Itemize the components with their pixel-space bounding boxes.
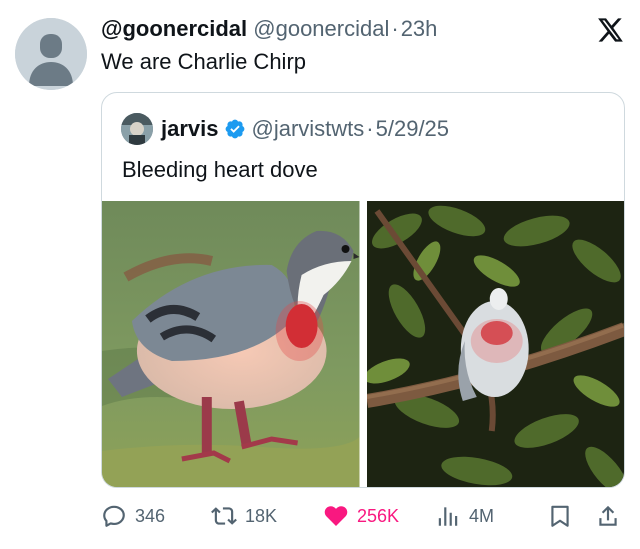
views-chart-icon (438, 507, 458, 526)
author-handle[interactable]: @goonercidal (253, 16, 389, 41)
like-button[interactable]: 256K (323, 500, 399, 532)
quoted-author-avatar[interactable] (121, 113, 153, 145)
repost-count: 18K (245, 505, 278, 526)
quoted-tweet-card[interactable]: jarvis @jarvistwts · 5/29/25 Bleeding hear… (101, 92, 625, 488)
share-icon (599, 505, 617, 526)
reply-count: 346 (135, 505, 166, 526)
share-button[interactable] (595, 500, 621, 532)
media-photo-2[interactable] (366, 201, 624, 487)
header-separator: · (391, 16, 399, 41)
verified-badge-icon[interactable] (224, 118, 246, 140)
photo-dove-tree-night (366, 201, 624, 487)
reply-icon (103, 505, 125, 527)
quoted-tweet-date[interactable]: 5/29/25 (376, 113, 449, 145)
like-count: 256K (357, 505, 400, 526)
media-photo-1[interactable] (102, 201, 360, 487)
views-button[interactable]: 4M (435, 500, 494, 532)
quoted-author-handle[interactable]: @jarvistwts (252, 113, 365, 145)
tweet-text: We are Charlie Chirp (101, 49, 307, 74)
quoted-author-display-name[interactable]: jarvis (161, 113, 219, 145)
quoted-tweet-media (102, 201, 624, 487)
reply-button[interactable]: 346 (101, 500, 165, 532)
tweet-action-bar: 346 18K 256K 4M (101, 500, 625, 532)
quoted-avatar-image (121, 113, 153, 145)
author-avatar[interactable] (15, 18, 87, 90)
default-avatar-icon (15, 18, 87, 90)
heart-filled-icon (324, 506, 348, 526)
x-logo-icon (598, 18, 623, 42)
quoted-header-separator: · (366, 116, 374, 141)
repost-button[interactable]: 18K (211, 500, 277, 532)
quoted-tweet-text: Bleeding heart dove (122, 157, 318, 182)
author-display-name[interactable]: @goonercidal (101, 16, 247, 41)
tweet-header: @goonercidal @goonercidal·23h (101, 14, 437, 44)
photo-dove-ground (102, 201, 360, 487)
repost-icon (211, 507, 237, 525)
bookmark-icon (551, 505, 569, 527)
tweet-timestamp[interactable]: 23h (401, 16, 438, 41)
bookmark-button[interactable] (547, 500, 573, 532)
views-count: 4M (469, 505, 495, 526)
quoted-tweet-header: jarvis @jarvistwts · 5/29/25 (161, 113, 449, 145)
